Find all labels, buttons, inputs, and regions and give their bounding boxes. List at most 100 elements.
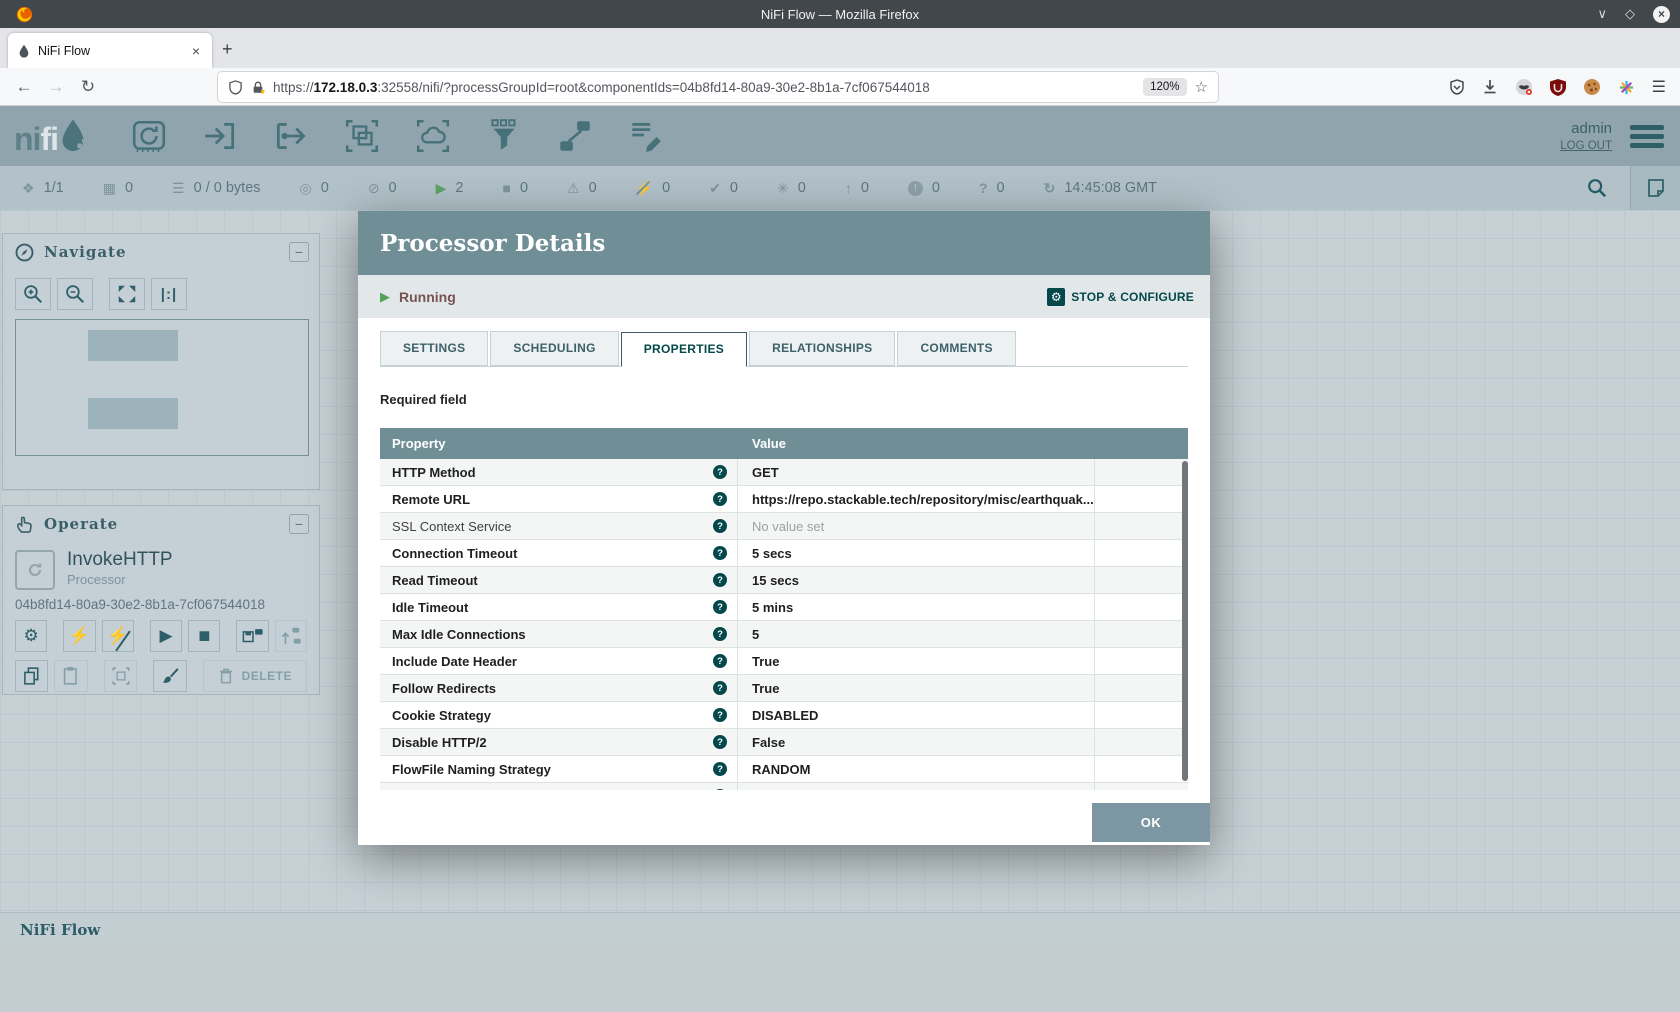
collapse-operate-icon[interactable]: − (289, 514, 309, 534)
disabled-icon: ⚡ (636, 180, 653, 197)
processor-icon[interactable] (130, 117, 168, 155)
label-icon[interactable] (627, 117, 665, 155)
process-group-icon[interactable] (343, 117, 381, 155)
cookie-icon[interactable] (1583, 78, 1601, 96)
table-scrollbar[interactable] (1182, 461, 1188, 781)
queued-icon: ☰ (172, 180, 185, 197)
zoom-out-button[interactable] (57, 278, 93, 310)
output-port-icon[interactable] (272, 117, 310, 155)
start-button[interactable]: ▶ (150, 620, 182, 652)
configure-button[interactable]: ⚙ (15, 620, 47, 652)
value-column-header: Value (738, 436, 786, 451)
help-icon[interactable]: ? (713, 789, 727, 790)
help-icon[interactable]: ? (713, 546, 727, 560)
tab-settings[interactable]: SETTINGS (380, 331, 488, 366)
table-row: Attributes to Send? No value set (380, 783, 1188, 790)
new-tab-button[interactable]: + (222, 40, 233, 58)
minimize-icon[interactable]: ∨ (1597, 6, 1607, 22)
trash-icon (218, 667, 234, 685)
template-icon[interactable] (556, 117, 594, 155)
help-icon[interactable]: ? (713, 465, 727, 479)
maximize-icon[interactable]: ◇ (1625, 6, 1635, 22)
container-icon[interactable] (1618, 79, 1635, 96)
tab-comments[interactable]: COMMENTS (897, 331, 1015, 366)
required-field-label: Required field (380, 392, 1188, 407)
download-icon[interactable] (1482, 79, 1498, 95)
stopped-icon: ■ (502, 180, 510, 196)
help-icon[interactable]: ? (713, 627, 727, 641)
shield-icon[interactable] (228, 80, 243, 95)
tab-scheduling[interactable]: SCHEDULING (490, 331, 618, 366)
stop-button[interactable]: ■ (188, 620, 220, 652)
tab-close-icon[interactable]: × (189, 43, 203, 59)
actual-size-icon: |:| (161, 286, 177, 303)
enable-button[interactable]: ⚡ (63, 620, 95, 652)
processor-details-dialog: Processor Details ▶ Running ⚙ STOP & CON… (358, 211, 1210, 845)
zoom-fit-button[interactable] (109, 278, 145, 310)
help-icon[interactable]: ? (713, 492, 727, 506)
search-icon[interactable] (1586, 177, 1608, 199)
refresh-icon[interactable]: ↻ (1044, 180, 1056, 197)
hand-pointer-icon (15, 515, 34, 534)
flow-status-bar: ❖1/1 ▦0 ☰0 / 0 bytes ◎0 ⊘0 ▶2 ■0 ⚠0 ⚡0 ✔… (0, 166, 1680, 210)
help-icon[interactable]: ? (713, 519, 727, 533)
stop-and-configure-button[interactable]: ⚙ STOP & CONFIGURE (1047, 288, 1194, 306)
ublock-icon[interactable] (1550, 79, 1566, 96)
nifi-global-menu-icon[interactable] (1630, 125, 1664, 148)
forward-icon[interactable]: → (40, 77, 72, 97)
gear-icon: ⚙ (1047, 288, 1065, 306)
window-titlebar: NiFi Flow — Mozilla Firefox ∨ ◇ × (0, 0, 1680, 28)
upload-template-button (275, 620, 307, 652)
tab-properties[interactable]: PROPERTIES (621, 332, 747, 367)
dialog-title: Processor Details (380, 230, 605, 257)
input-port-icon[interactable] (201, 117, 239, 155)
funnel-icon[interactable] (485, 117, 523, 155)
url-text: https://172.18.0.3:32558/nifi/?processGr… (273, 80, 1135, 95)
table-row: Cookie Strategy? DISABLED (380, 702, 1188, 729)
disable-button[interactable]: ⚡ (102, 620, 134, 652)
actual-size-button[interactable]: |:| (151, 278, 187, 310)
zoom-level-badge[interactable]: 120% (1143, 78, 1186, 96)
copy-button[interactable] (15, 660, 48, 692)
help-icon[interactable]: ? (713, 654, 727, 668)
help-icon[interactable]: ? (713, 600, 727, 614)
logout-link[interactable]: LOG OUT (1560, 140, 1612, 152)
breadcrumb-root[interactable]: NiFi Flow (20, 921, 100, 939)
pocket-shield-icon[interactable] (1449, 79, 1465, 95)
birdseye-minimap[interactable] (15, 319, 309, 456)
tab-relationships[interactable]: RELATIONSHIPS (749, 331, 895, 366)
remote-process-group-icon[interactable] (414, 117, 452, 155)
minimap-component (88, 398, 178, 429)
browser-tab[interactable]: NiFi Flow × (8, 33, 212, 68)
zoom-in-button[interactable] (15, 278, 51, 310)
dialog-status-bar: ▶ Running ⚙ STOP & CONFIGURE (358, 275, 1210, 318)
group-button (104, 660, 137, 692)
bookmark-star-icon[interactable]: ☆ (1195, 78, 1208, 96)
selected-component-type: Processor (67, 572, 307, 587)
upload-template-icon (280, 626, 302, 646)
not-transmitting-icon: ⊘ (368, 180, 380, 197)
help-icon[interactable]: ? (713, 681, 727, 695)
help-icon[interactable]: ? (713, 708, 727, 722)
lock-warning-icon[interactable] (251, 80, 265, 95)
table-row: Idle Timeout? 5 mins (380, 594, 1188, 621)
collapse-navigate-icon[interactable]: − (289, 242, 309, 262)
help-icon[interactable]: ? (713, 735, 727, 749)
invalid-icon: ⚠ (567, 180, 580, 197)
browser-menu-icon[interactable]: ☰ (1652, 77, 1666, 97)
url-bar[interactable]: https://172.18.0.3:32558/nifi/?processGr… (218, 72, 1218, 102)
mask-icon[interactable] (1515, 78, 1533, 96)
fill-color-button[interactable] (153, 660, 186, 692)
bulletin-board-button[interactable] (1630, 166, 1680, 210)
close-icon[interactable]: × (1653, 6, 1670, 23)
create-template-button[interactable] (236, 620, 268, 652)
bolt-icon: ⚡ (69, 626, 90, 646)
back-icon[interactable]: ← (8, 77, 40, 97)
help-icon[interactable]: ? (713, 573, 727, 587)
fit-icon (116, 283, 138, 305)
reload-icon[interactable]: ↻ (72, 77, 104, 97)
table-row: Follow Redirects? True (380, 675, 1188, 702)
help-icon[interactable]: ? (713, 762, 727, 776)
gear-icon: ⚙ (24, 626, 39, 646)
ok-button[interactable]: OK (1092, 803, 1210, 842)
